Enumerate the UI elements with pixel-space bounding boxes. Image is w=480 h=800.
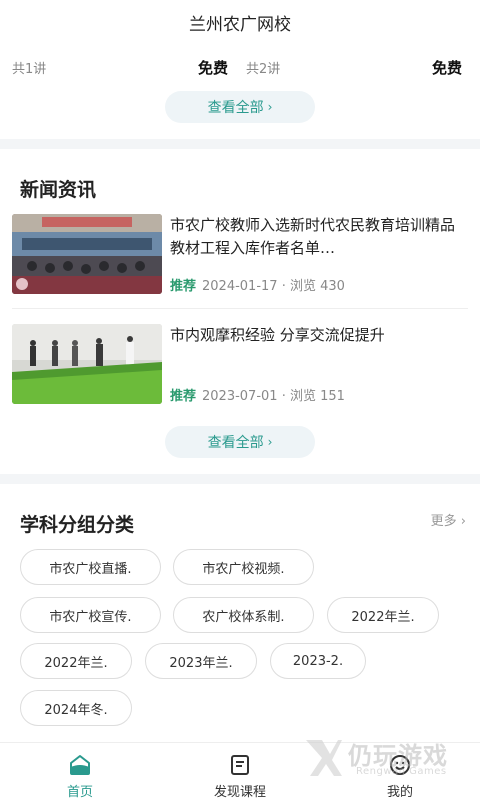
subject-chip[interactable]: 市农广校视频. [173, 549, 314, 585]
subjects-section-title: 学科分组分类 [20, 514, 135, 536]
news-views: · 浏览 430 [281, 279, 345, 294]
app-header: 兰州农广网校 [0, 0, 480, 44]
bottom-tab-bar: 首页 发现课程 我的 [0, 742, 480, 800]
news-thumbnail [12, 324, 162, 404]
news-date: 2023-07-01 [202, 389, 278, 404]
news-separator [12, 308, 468, 309]
news-meta: 推荐 2023-07-01 · 浏览 151 [170, 385, 345, 404]
course-price: 免费 [198, 59, 229, 77]
tab-label: 发现课程 [213, 785, 266, 800]
news-item[interactable]: 市内观摩积经验 分享交流促提升 推荐 2023-07-01 · 浏览 151 [12, 324, 468, 406]
recommend-tag: 推荐 [170, 279, 197, 294]
smile-icon [390, 755, 410, 775]
chevron-right-icon: › [267, 100, 273, 114]
news-view-all-button[interactable]: 查看全部 › [165, 426, 315, 458]
subject-chip[interactable]: 2024年冬. [20, 690, 132, 726]
more-label: 更多 [430, 514, 457, 529]
course-lesson-count: 共1讲 [12, 62, 47, 77]
subject-chip[interactable]: 2023年兰. [145, 643, 257, 679]
news-title: 市内观摩积经验 分享交流促提升 [170, 326, 385, 344]
news-title: 市农广校教师入选新时代农民教育培训精品教材工程入库作者名单… [170, 216, 456, 257]
news-thumbnail [12, 214, 162, 294]
section-divider [0, 474, 480, 484]
courses-view-all-button[interactable]: 查看全部 › [165, 91, 315, 123]
tab-mine[interactable]: 我的 [320, 743, 480, 800]
subject-chip[interactable]: 2023-2. [270, 643, 366, 679]
subject-chip[interactable]: 2022年兰. [327, 597, 439, 633]
more-link[interactable]: 更多 › [431, 510, 466, 529]
course-lesson-count: 共2讲 [246, 62, 281, 77]
course-summary-row: 共1讲 免费 共2讲 免费 [0, 44, 480, 88]
subject-chip[interactable]: 市农广校直播. [20, 549, 161, 585]
news-meta: 推荐 2024-01-17 · 浏览 430 [170, 275, 345, 294]
news-section-title: 新闻资讯 [20, 179, 97, 201]
subject-chip[interactable]: 2022年兰. [20, 643, 132, 679]
page-title: 兰州农广网校 [189, 14, 291, 35]
course-price: 免费 [432, 59, 463, 77]
view-all-label: 查看全部 [207, 435, 264, 451]
recommend-tag: 推荐 [170, 389, 197, 404]
subject-chip[interactable]: 农广校体系制. [173, 597, 314, 633]
chevron-right-icon: › [267, 435, 273, 449]
subject-chip[interactable]: 市农广校宣传. [20, 597, 161, 633]
home-icon [70, 755, 90, 775]
tab-home[interactable]: 首页 [0, 743, 160, 800]
book-icon [231, 755, 249, 775]
tab-discover-courses[interactable]: 发现课程 [160, 743, 320, 800]
tab-label: 我的 [386, 785, 413, 800]
chevron-right-icon: › [460, 514, 466, 529]
news-date: 2024-01-17 [202, 279, 278, 294]
tab-label: 首页 [66, 785, 93, 800]
news-views: · 浏览 151 [281, 389, 345, 404]
view-all-label: 查看全部 [207, 100, 264, 116]
section-divider [0, 139, 480, 149]
news-item[interactable]: 市农广校教师入选新时代农民教育培训精品教材工程入库作者名单… 推荐 2024-01… [12, 214, 468, 296]
